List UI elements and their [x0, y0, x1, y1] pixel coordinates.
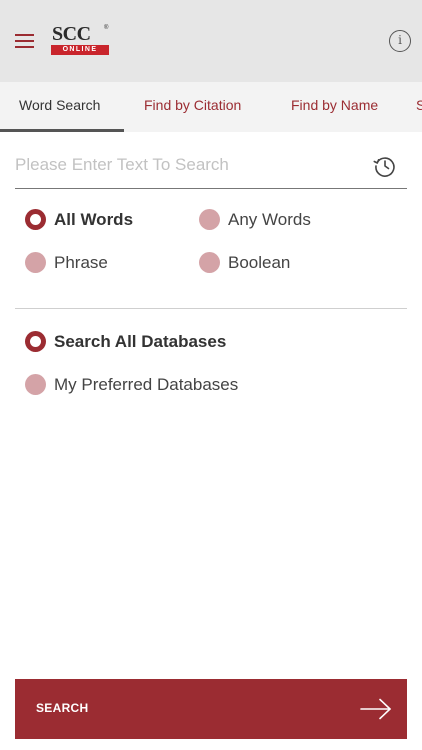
active-tab-indicator — [0, 129, 124, 132]
radio-label: Any Words — [228, 210, 311, 229]
history-icon[interactable] — [372, 153, 398, 179]
logo-registered-mark: ® — [104, 25, 109, 31]
radio-unselected-indicator — [25, 252, 46, 273]
tab-find-by-citation[interactable]: Find by Citation — [144, 82, 241, 132]
radio-label: Phrase — [54, 253, 108, 272]
radio-label: Boolean — [228, 253, 291, 272]
search-input[interactable] — [15, 151, 355, 179]
radio-boolean[interactable]: Boolean — [199, 251, 389, 275]
radio-selected-indicator — [25, 209, 46, 230]
radio-unselected-indicator — [199, 252, 220, 273]
search-mode-tabs: Word Search Find by Citation Find by Nam… — [0, 82, 422, 132]
search-button-label: SEARCH — [36, 701, 89, 715]
hamburger-menu-icon[interactable] — [15, 34, 34, 48]
radio-all-words[interactable]: All Words — [25, 208, 185, 232]
logo-text: SCC — [52, 23, 91, 45]
search-field-row — [15, 143, 407, 189]
radio-selected-indicator — [25, 331, 46, 352]
radio-unselected-indicator — [199, 209, 220, 230]
radio-label: My Preferred Databases — [54, 375, 239, 394]
radio-unselected-indicator — [25, 374, 46, 395]
radio-search-all-databases[interactable]: Search All Databases — [25, 330, 325, 354]
radio-phrase[interactable]: Phrase — [25, 251, 185, 275]
logo-subtext: ONLINE — [51, 45, 109, 55]
radio-any-words[interactable]: Any Words — [199, 208, 389, 232]
info-icon[interactable]: i — [389, 30, 411, 52]
top-app-bar: SCC ® ONLINE i — [0, 0, 422, 82]
scc-online-logo: SCC ® ONLINE — [50, 23, 112, 57]
search-button[interactable]: SEARCH — [15, 679, 407, 739]
radio-my-preferred-databases[interactable]: My Preferred Databases — [25, 373, 325, 397]
radio-label: All Words — [54, 210, 134, 229]
tab-word-search[interactable]: Word Search — [19, 82, 100, 132]
arrow-right-icon — [360, 698, 391, 720]
tab-overflow[interactable]: S — [416, 82, 422, 132]
radio-label: Search All Databases — [54, 332, 227, 351]
tab-find-by-name[interactable]: Find by Name — [291, 82, 378, 132]
section-divider — [15, 308, 407, 309]
